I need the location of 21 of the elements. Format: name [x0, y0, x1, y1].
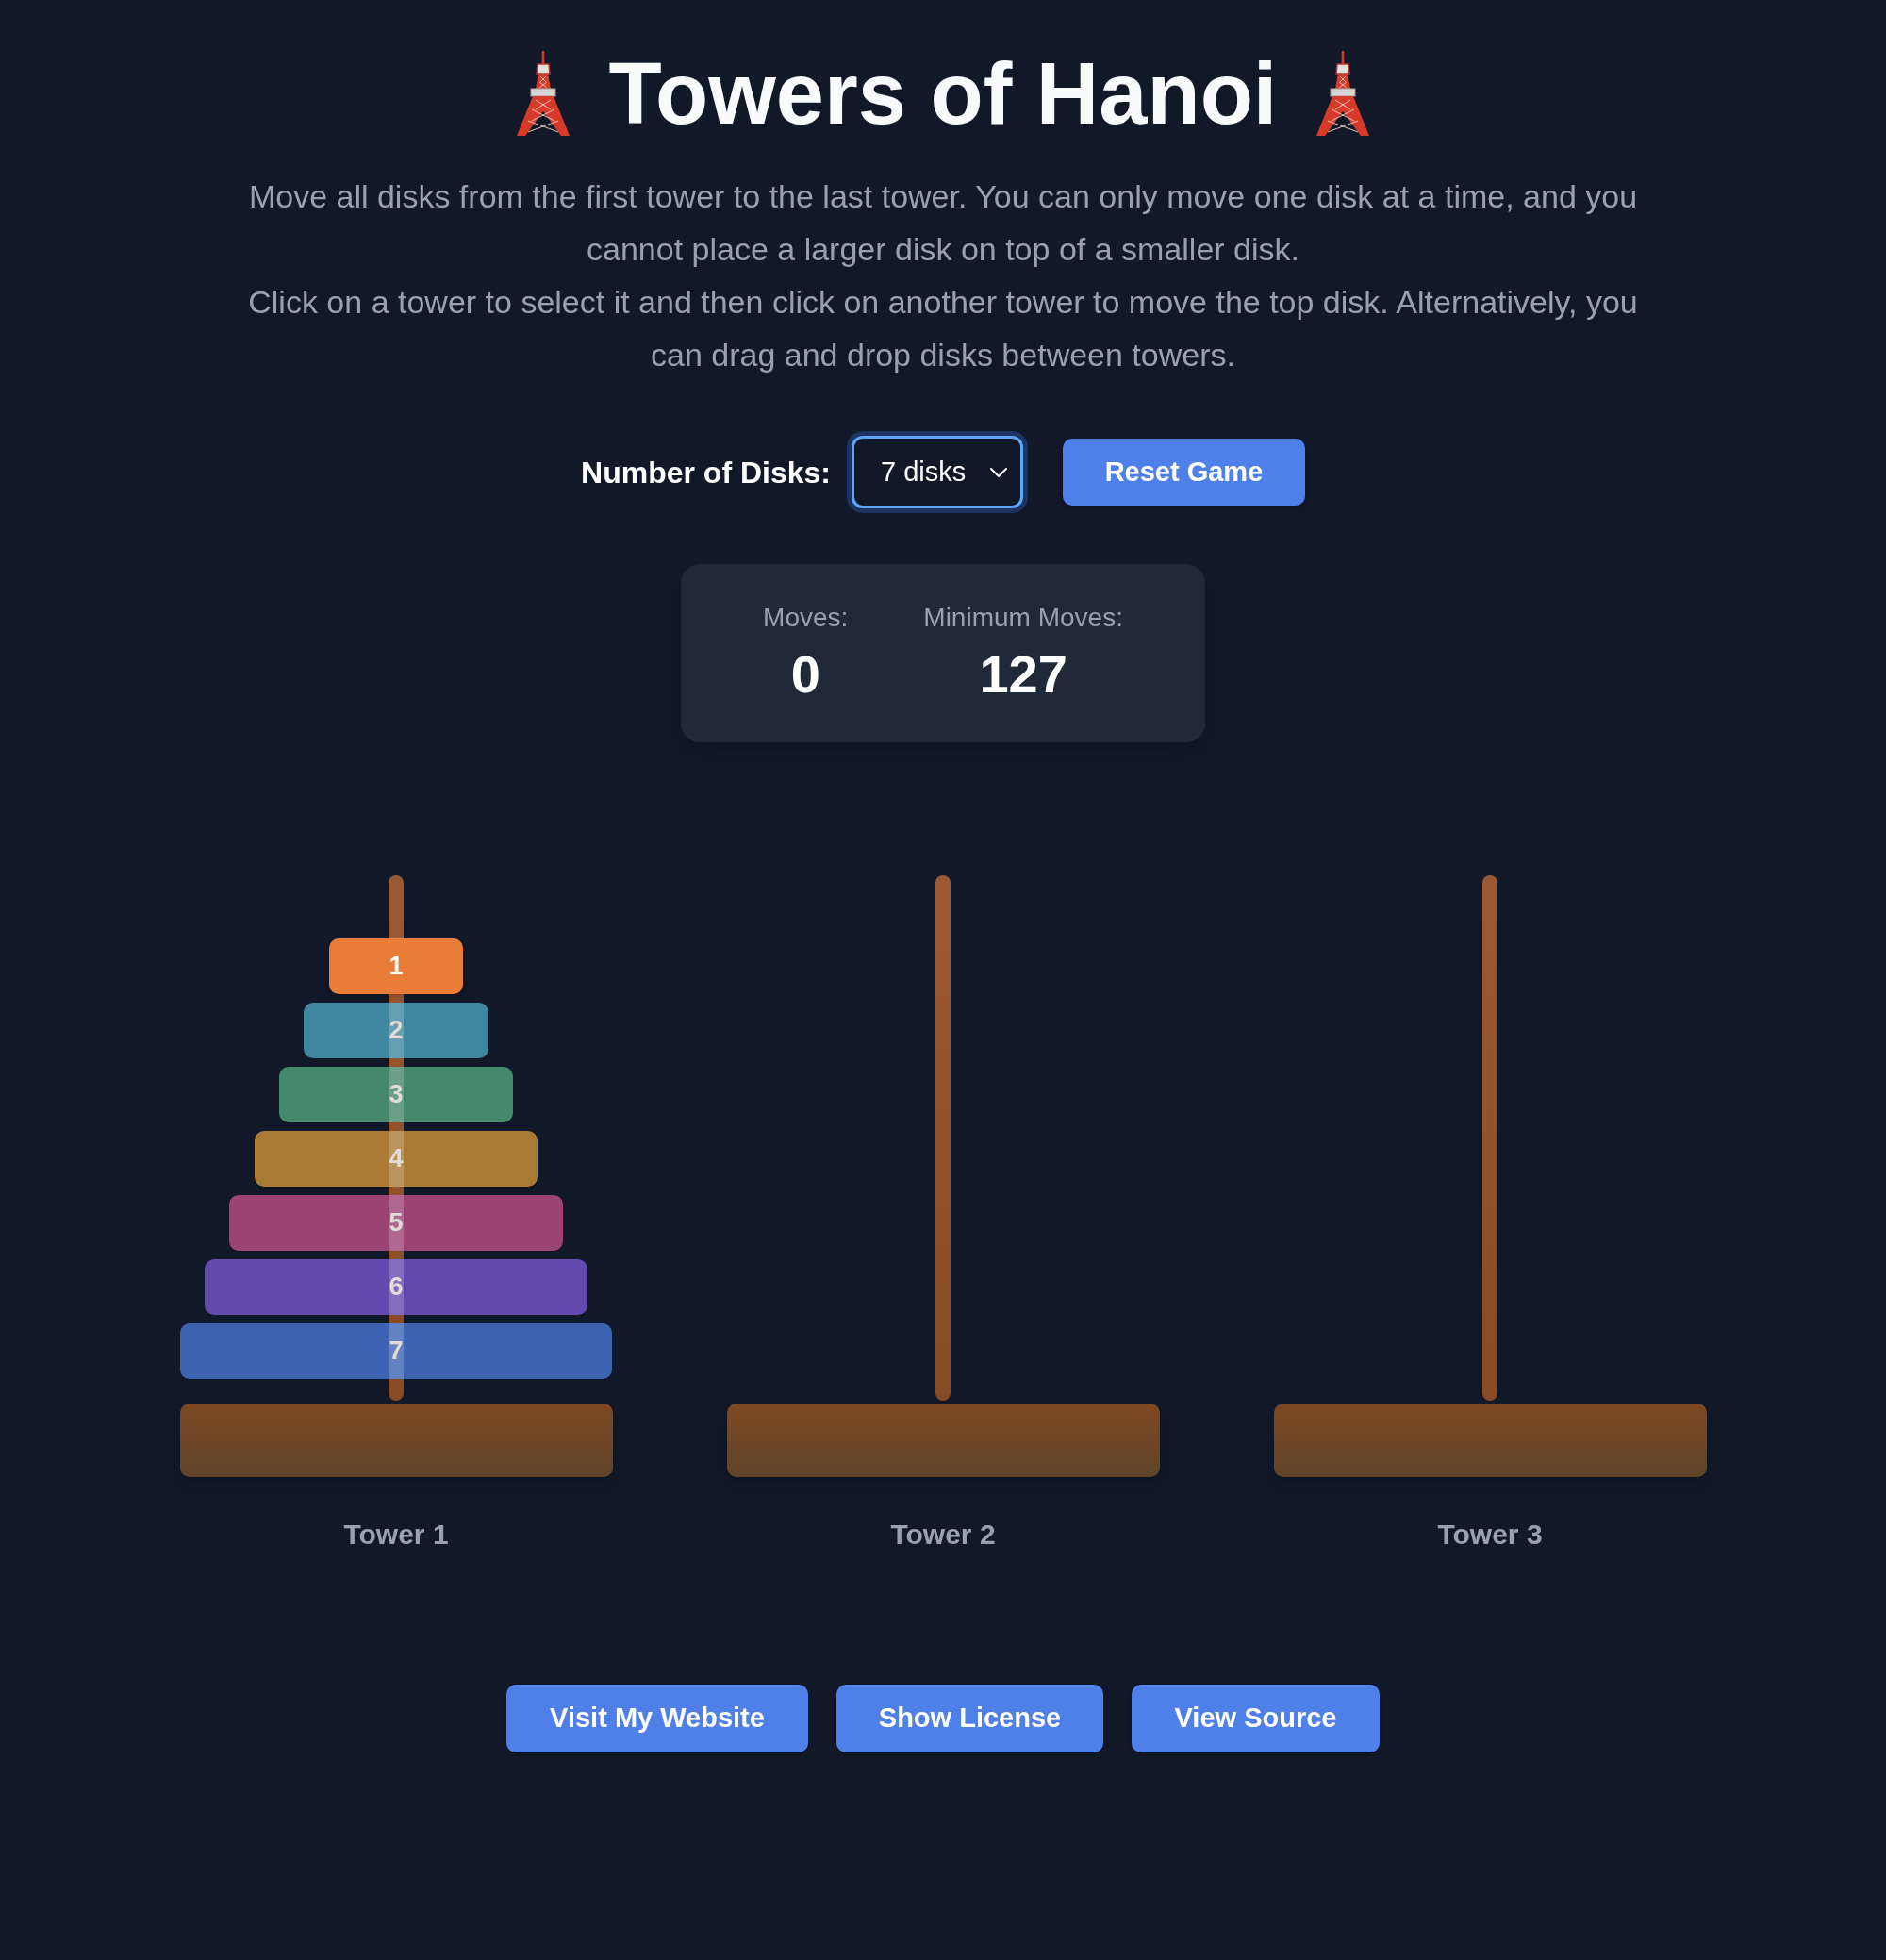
stat-value: 127	[979, 646, 1067, 703]
tower-label: Tower 2	[890, 1518, 996, 1552]
tower-label: Tower 3	[1437, 1518, 1543, 1552]
chevron-down-icon	[989, 467, 1007, 477]
stat-label: Minimum Moves:	[923, 602, 1123, 634]
footer-button[interactable]: Show License	[836, 1685, 1103, 1752]
stat-value: 0	[790, 646, 820, 703]
tower-base[interactable]	[1273, 1404, 1707, 1477]
tower-label: Tower 1	[343, 1518, 449, 1552]
tower-base[interactable]	[726, 1404, 1160, 1477]
instruction-text: Move all disks from the first tower to the last tower. You can only move one disk at a time, and you cannot place a larger disk on top of a smaller disk.	[247, 177, 1639, 269]
tower-base[interactable]	[179, 1404, 613, 1477]
reset-game-button[interactable]: Reset Game	[1062, 439, 1305, 506]
footer-button[interactable]: Visit My Website	[506, 1685, 808, 1752]
instruction-text: Click on a tower to select it and then click on another tower to move the top disk. Alternatively, you can drag and drop disks between towers.	[247, 283, 1639, 374]
page-title: Towers of Hanoi	[608, 50, 1278, 137]
tower-icon	[1315, 51, 1372, 136]
stat-label: Moves:	[763, 602, 849, 634]
footer-button[interactable]: View Source	[1132, 1685, 1380, 1752]
disk-count-label: Number of Disks:	[581, 454, 831, 491]
tower-icon	[514, 51, 571, 136]
